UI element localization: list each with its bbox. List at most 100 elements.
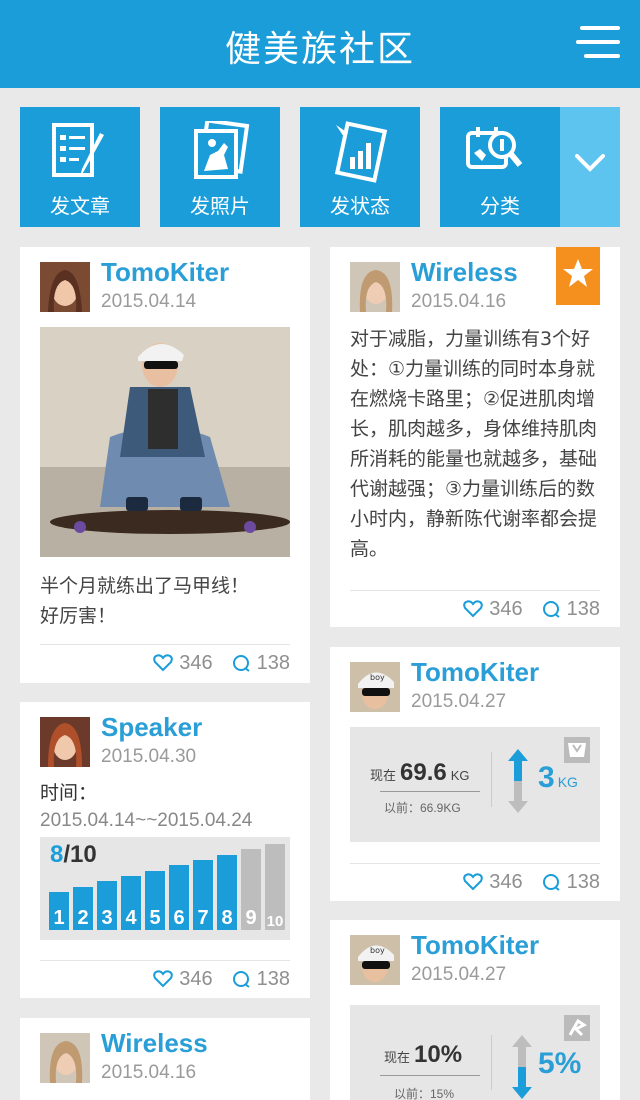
like-count: 346 (489, 870, 523, 893)
post-date: 2015.04.30 (101, 746, 197, 767)
chevron-down-icon (575, 154, 605, 172)
weight-summary: 现在 69.6 KG 以前：66.9KG 3 KG (350, 727, 600, 842)
current-weight: 现在 69.6 KG (370, 759, 470, 787)
toolbar-label: 分类 (480, 194, 520, 218)
post-photo[interactable] (40, 327, 290, 557)
caliper-icon (564, 1015, 590, 1041)
hamburger-menu-icon[interactable] (576, 24, 620, 62)
divider (350, 863, 600, 864)
avatar[interactable] (40, 262, 90, 312)
now-value: 10% (414, 1041, 463, 1068)
author-name[interactable]: Speaker (101, 712, 202, 743)
progress-day-label: 10 (266, 913, 284, 930)
post-text: 对于减脂，力量训练有3个好处：①力量训练的同时本身就在燃烧卡路里；②促进肌肉增长… (350, 328, 598, 560)
heart-icon[interactable] (463, 600, 484, 618)
photo-post-card[interactable]: TomoKiter 2015.04.14 半个月就练出了马甲线！ 好厉害！ 34… (20, 247, 310, 683)
post-stats: 346 138 (153, 964, 290, 994)
post-stats: 346 138 (463, 867, 600, 897)
text-post-card[interactable]: Wireless 2015.04.16 (20, 1018, 310, 1100)
action-toolbar: 发文章 发照片 发状态 分类 (20, 107, 620, 227)
heart-icon[interactable] (153, 654, 174, 672)
now-label: 现在 (370, 768, 397, 783)
post-status-button[interactable]: 发状态 (300, 107, 420, 227)
now-label: 现在 (384, 1050, 411, 1065)
avatar[interactable]: boy (350, 935, 400, 985)
post-date: 2015.04.16 (101, 1062, 197, 1083)
comment-count: 138 (566, 870, 600, 893)
divider (40, 644, 290, 645)
post-date: 2015.04.27 (411, 964, 507, 985)
divider (380, 791, 480, 792)
progress-post-card[interactable]: Speaker 2015.04.30 时间： 2015.04.14~~2015.… (20, 702, 310, 998)
comment-icon[interactable] (231, 969, 251, 989)
comment-count: 138 (256, 651, 290, 674)
comment-icon[interactable] (541, 872, 561, 892)
post-caption: 半个月就练出了马甲线！ 好厉害！ (40, 575, 250, 627)
progress-day-bar: 9 (241, 849, 261, 930)
write-article-icon (52, 123, 104, 177)
status-chart-icon (334, 121, 388, 183)
author-name[interactable]: TomoKiter (411, 930, 539, 961)
avatar[interactable] (40, 1033, 90, 1083)
author-name[interactable]: TomoKiter (101, 257, 229, 288)
post-photo-button[interactable]: 发照片 (160, 107, 280, 227)
progress-day-label: 3 (101, 907, 113, 929)
comment-icon[interactable] (541, 599, 561, 619)
current-bodyfat: 现在 10% (384, 1041, 466, 1069)
change-unit: KG (557, 774, 578, 790)
favorite-bookmark[interactable] (556, 247, 600, 305)
post-stats: 346 138 (463, 594, 600, 624)
bodyfat-post-card[interactable]: boy TomoKiter 2015.04.27 现在 10% 以前：15% 5% (330, 920, 620, 1100)
weight-change: 3 KG (538, 761, 578, 795)
progress-day-label: 4 (125, 907, 137, 929)
avatar[interactable]: boy (350, 662, 400, 712)
time-range: 2015.04.14~~2015.04.24 (40, 810, 253, 831)
time-label: 时间： (40, 782, 98, 804)
heart-icon[interactable] (153, 970, 174, 988)
progress-day-label: 8 (221, 907, 233, 929)
category-icon (466, 127, 523, 169)
up-down-arrow-icon (508, 749, 528, 813)
weight-post-card[interactable]: boy TomoKiter 2015.04.27 现在 69.6 KG 以前：66.… (330, 647, 620, 901)
post-date: 2015.04.27 (411, 691, 507, 712)
post-stats: 346 138 (153, 648, 290, 678)
like-count: 346 (179, 651, 213, 674)
svg-text:boy: boy (370, 673, 385, 682)
svg-text:boy: boy (370, 946, 385, 955)
divider (40, 960, 290, 961)
progress-day-bar: 10 (265, 844, 285, 930)
progress-count: 8/10 (50, 841, 97, 869)
progress-day-bar: 1 (49, 892, 69, 930)
progress-day-label: 5 (149, 907, 161, 929)
divider (350, 590, 600, 591)
comment-count: 138 (566, 597, 600, 620)
bodyfat-change: 5% (538, 1047, 582, 1080)
app-header: 健美族社区 (0, 0, 640, 88)
comment-icon[interactable] (231, 653, 251, 673)
avatar[interactable] (40, 717, 90, 767)
divider (491, 752, 492, 807)
progress-day-bar: 2 (73, 886, 93, 930)
progress-total: /10 (63, 841, 97, 868)
avatar[interactable] (350, 262, 400, 312)
progress-day-label: 7 (197, 907, 209, 929)
divider (491, 1035, 492, 1090)
page-title: 健美族社区 (224, 29, 415, 70)
author-name[interactable]: Wireless (411, 257, 518, 288)
progress-current: 8 (50, 841, 64, 868)
comment-count: 138 (256, 967, 290, 990)
text-post-card[interactable]: Wireless 2015.04.16 对于减脂，力量训练有3个好处：①力量训练… (330, 247, 620, 627)
divider (380, 1075, 480, 1076)
more-categories-button[interactable] (560, 107, 620, 227)
previous-bodyfat: 以前：15% (394, 1087, 455, 1100)
author-name[interactable]: Wireless (101, 1028, 208, 1059)
heart-icon[interactable] (463, 873, 484, 891)
category-button[interactable]: 分类 (440, 107, 560, 227)
author-name[interactable]: TomoKiter (411, 657, 539, 688)
toolbar-label: 发照片 (190, 194, 250, 218)
progress-day-bar: 3 (97, 881, 117, 930)
bodyfat-summary: 现在 10% 以前：15% 5% (350, 1005, 600, 1100)
progress-day-bar: 8 (217, 854, 237, 930)
write-article-button[interactable]: 发文章 (20, 107, 140, 227)
progress-day-label: 9 (245, 907, 257, 929)
